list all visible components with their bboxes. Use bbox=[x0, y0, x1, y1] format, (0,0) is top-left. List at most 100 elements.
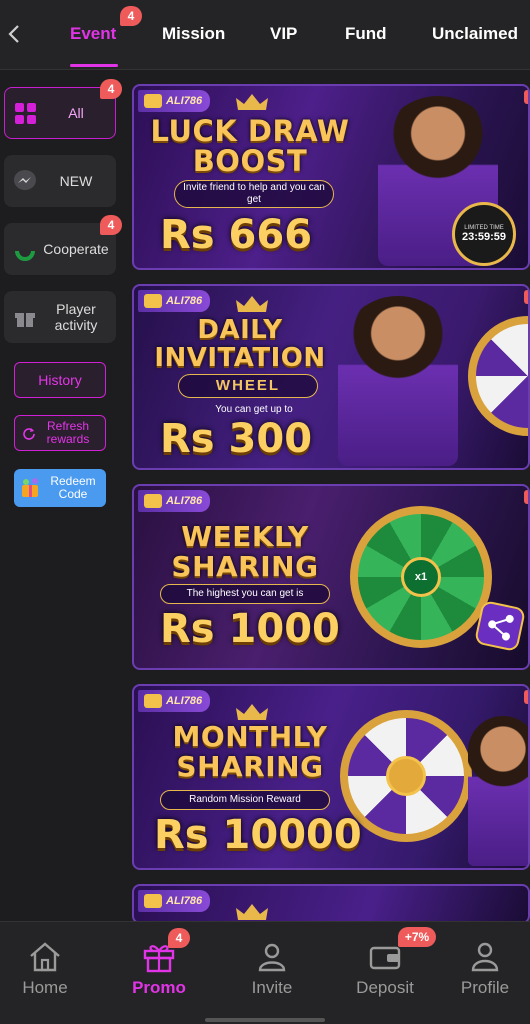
banner-monthly-sharing[interactable]: ALI786 MONTHLY SHARING Random Mission Re… bbox=[132, 684, 530, 870]
top-tab-bar: Event 4 Mission VIP Fund Unclaimed bbox=[0, 0, 530, 70]
title-line: SHARING bbox=[171, 550, 319, 583]
category-sidebar: All 4 NEW Cooperate 4 Player activity Hi… bbox=[0, 71, 128, 921]
share-icon bbox=[473, 599, 527, 653]
banner-weekly-sharing[interactable]: ALI786 x1 WEEKLY SHARING The highest you… bbox=[132, 484, 530, 670]
limited-time-clock: LIMITED TIME 23:59:59 bbox=[452, 202, 516, 266]
crown-icon bbox=[236, 94, 268, 110]
brand-tag: ALI786 bbox=[138, 890, 211, 912]
title-line: SHARING bbox=[176, 750, 324, 783]
crown-icon bbox=[236, 704, 268, 720]
redeem-code-button[interactable]: Redeem Code bbox=[14, 469, 106, 507]
banner-subtitle: The highest you can get is bbox=[160, 584, 330, 604]
title-line: DAILY bbox=[197, 315, 283, 345]
woman-figure-image bbox=[338, 296, 458, 466]
nav-promo[interactable]: Promo bbox=[114, 940, 204, 998]
banner-title: WEEKLY SHARING bbox=[150, 522, 340, 582]
nav-profile[interactable]: Profile bbox=[440, 940, 530, 998]
banner-edge-marker bbox=[524, 490, 528, 504]
brand-tag: ALI786 bbox=[138, 690, 211, 712]
tab-vip[interactable]: VIP bbox=[270, 24, 297, 44]
banner-wheel-label: WHEEL bbox=[178, 374, 318, 398]
banner-daily-invitation-wheel[interactable]: ALI786 DAILY INVITATION WHEEL You can ge… bbox=[132, 284, 530, 470]
crown-icon bbox=[236, 904, 268, 920]
sidebar-cooperate-badge: 4 bbox=[100, 215, 122, 235]
nav-label: Invite bbox=[251, 978, 293, 997]
refresh-rewards-label: Refresh rewards bbox=[46, 419, 90, 446]
sidebar-item-label: Player activity bbox=[54, 301, 98, 333]
banner-title: MONTHLY SHARING bbox=[150, 722, 350, 782]
brand-tag: ALI786 bbox=[138, 490, 211, 512]
refresh-icon bbox=[23, 428, 35, 440]
brand-logo-icon bbox=[144, 94, 162, 108]
banner-partial[interactable]: ALI786 bbox=[132, 884, 530, 924]
history-label: History bbox=[38, 372, 82, 388]
brand-label: ALI786 bbox=[166, 695, 203, 707]
brand-logo-icon bbox=[144, 694, 162, 708]
wheel-center-hub bbox=[386, 756, 426, 796]
nav-label: Promo bbox=[132, 978, 186, 997]
tab-mission[interactable]: Mission bbox=[162, 24, 225, 44]
gift-icon bbox=[15, 313, 35, 327]
nav-deposit[interactable]: Deposit bbox=[340, 940, 430, 998]
nav-home[interactable]: Home bbox=[0, 940, 90, 998]
prize-wheel-image bbox=[468, 316, 528, 436]
users-icon bbox=[258, 943, 286, 972]
nav-deposit-badge: +7% bbox=[398, 927, 436, 947]
home-indicator bbox=[205, 1018, 325, 1022]
tab-fund[interactable]: Fund bbox=[345, 24, 387, 44]
title-line: WEEKLY bbox=[181, 520, 309, 553]
banner-title: DAILY INVITATION bbox=[150, 316, 330, 372]
sidebar-item-label: NEW bbox=[59, 173, 93, 189]
tab-event-badge: 4 bbox=[120, 6, 142, 26]
title-line: MONTHLY bbox=[172, 720, 328, 753]
banner-amount: Rs 300 bbox=[160, 416, 313, 462]
sidebar-all-badge: 4 bbox=[100, 79, 122, 99]
brand-label: ALI786 bbox=[166, 895, 203, 907]
brand-label: ALI786 bbox=[166, 95, 203, 107]
brand-tag: ALI786 bbox=[138, 290, 211, 312]
title-line: BOOST bbox=[192, 144, 308, 178]
banner-subtitle: Random Mission Reward bbox=[160, 790, 330, 810]
banner-edge-marker bbox=[524, 290, 528, 304]
nav-label: Profile bbox=[460, 978, 510, 997]
title-line: INVITATION bbox=[154, 343, 326, 373]
grid-icon bbox=[15, 103, 36, 124]
gift-box-icon bbox=[22, 478, 38, 497]
prize-wheel-image: x1 bbox=[350, 506, 492, 648]
banner-amount: Rs 10000 bbox=[154, 812, 362, 858]
profile-icon bbox=[471, 942, 499, 972]
brand-logo-icon bbox=[144, 294, 162, 308]
brand-logo-icon bbox=[144, 894, 162, 908]
active-tab-indicator bbox=[70, 64, 118, 67]
banner-luck-draw-boost[interactable]: ALI786 LUCK DRAW BOOST Invite friend to … bbox=[132, 84, 530, 270]
wheel-center-label: x1 bbox=[401, 557, 441, 597]
banner-edge-marker bbox=[524, 690, 528, 704]
redeem-code-label: Redeem Code bbox=[50, 474, 96, 501]
title-line: LUCK DRAW bbox=[150, 114, 350, 148]
woman-figure-image bbox=[468, 716, 528, 866]
timer-value: 23:59:59 bbox=[461, 231, 507, 243]
refresh-icon bbox=[15, 250, 35, 261]
banner-edge-marker bbox=[524, 90, 528, 104]
tab-event[interactable]: Event bbox=[70, 24, 116, 44]
refresh-rewards-button[interactable]: Refresh rewards bbox=[14, 415, 106, 451]
tab-unclaimed[interactable]: Unclaimed bbox=[432, 24, 518, 44]
sidebar-item-new[interactable]: NEW bbox=[4, 155, 116, 207]
nav-promo-badge: 4 bbox=[168, 928, 190, 948]
sidebar-item-player-activity[interactable]: Player activity bbox=[4, 291, 116, 343]
nav-invite[interactable]: Invite bbox=[227, 940, 317, 998]
banner-amount: Rs 666 bbox=[160, 212, 313, 258]
bottom-navigation: Home Promo 4 Invite Deposit +7% Profile bbox=[0, 921, 530, 1024]
home-icon bbox=[30, 942, 60, 972]
nav-label: Deposit bbox=[356, 978, 414, 997]
history-button[interactable]: History bbox=[14, 362, 106, 398]
brand-label: ALI786 bbox=[166, 495, 203, 507]
brand-logo-icon bbox=[144, 494, 162, 508]
banner-subtitle: Invite friend to help and you can get bbox=[174, 180, 334, 208]
back-chevron-icon[interactable] bbox=[4, 22, 24, 46]
nav-label: Home bbox=[22, 978, 68, 997]
brand-label: ALI786 bbox=[166, 295, 203, 307]
banner-title: LUCK DRAW BOOST bbox=[150, 116, 350, 176]
brand-tag: ALI786 bbox=[138, 90, 211, 112]
banner-amount: Rs 1000 bbox=[160, 606, 340, 652]
